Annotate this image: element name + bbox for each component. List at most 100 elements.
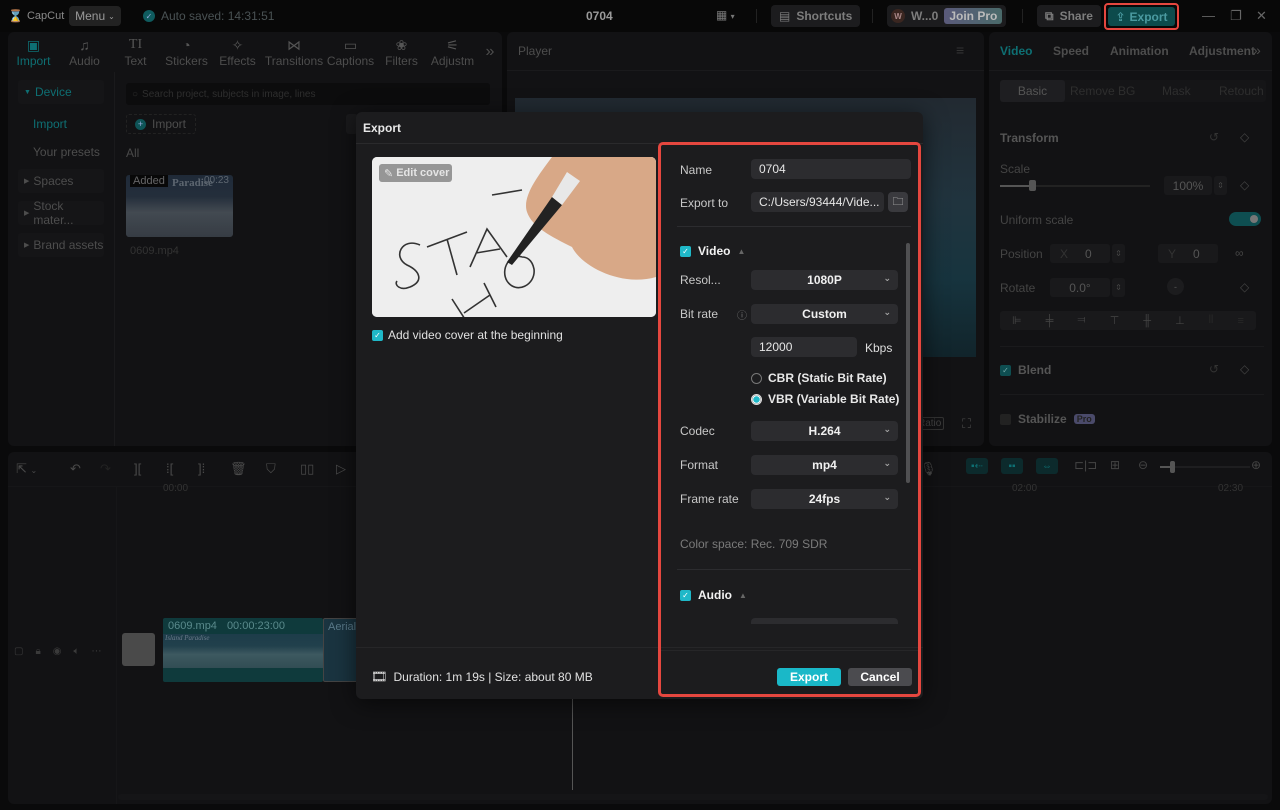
eye-icon[interactable]: ◉ [53,646,62,657]
align-bottom-icon[interactable]: ⊥ [1175,314,1185,327]
stabilize-section[interactable]: Stabilize Pro [1000,412,1095,426]
tab-filters[interactable]: ❀ Filters [376,32,427,72]
subtab-mask[interactable]: Mask [1162,84,1191,98]
add-cover-option[interactable]: ✓ Add video cover at the beginning [372,328,563,342]
cbr-option[interactable]: CBR (Static Bit Rate) [751,371,887,385]
hamburger-menu-icon[interactable]: ≡ [956,42,964,58]
rotate-dial[interactable]: - [1167,278,1184,295]
import-button[interactable]: + Import [126,114,196,134]
position-x-input[interactable]: X 0 [1050,244,1110,263]
zoom-slider[interactable] [1160,461,1250,473]
timeline-clip-aerial[interactable]: Aerial [323,618,359,682]
more-tabs-icon[interactable]: » [478,32,502,72]
track-cover-thumbnail[interactable] [122,633,155,666]
audio-checkbox[interactable]: ✓ [680,589,691,601]
uniform-scale-toggle[interactable] [1229,212,1261,226]
lock-icon[interactable]: 🔒︎ [35,646,40,657]
account-button[interactable]: W W...0 Join Pro [887,5,1007,27]
tab-text[interactable]: TI Text [110,32,161,72]
blend-section[interactable]: ✓ Blend [1000,363,1051,377]
volume-icon[interactable]: 🔈︎ [74,646,80,657]
format-select[interactable]: mp4 ⌄ [751,455,898,475]
tab-video[interactable]: Video [1000,44,1032,58]
distribute-h-icon[interactable]: ⦀ [1209,314,1214,327]
maximize-icon[interactable]: ❐ [1230,8,1242,24]
vbr-radio[interactable] [751,393,762,405]
framerate-select[interactable]: 24fps ⌄ [751,489,898,509]
trim-left-icon[interactable]: ⁞[ [166,461,173,476]
zoom-in-icon[interactable]: ⊕ [1251,458,1261,472]
add-cover-checkbox[interactable]: ✓ [372,329,383,341]
blend-checkbox[interactable]: ✓ [1000,364,1011,376]
zoom-out-icon[interactable]: ⊖ [1138,458,1148,472]
link-clips-icon[interactable]: ⇔ [1036,458,1058,474]
keyframe-icon[interactable]: ◇ [1240,130,1249,144]
rotate-input[interactable]: 0.0° [1050,278,1110,297]
sidebar-item-brand-assets[interactable]: ▶ Brand assets [18,233,104,257]
tab-adjustment[interactable]: Adjustment [1189,44,1255,58]
magnet-icon[interactable]: ▪⇠ [966,458,988,474]
trim-right-icon[interactable]: ]⁞ [198,461,205,476]
sidebar-item-device[interactable]: ▼ Device [18,80,104,104]
scale-stepper[interactable]: ⇕ [1214,176,1227,195]
cancel-button[interactable]: Cancel [848,668,912,686]
split-clip-icon[interactable]: ][ [134,461,141,476]
share-button[interactable]: ⧉ Share [1037,5,1101,27]
shortcuts-button[interactable]: ▤ Shortcuts [771,5,861,27]
split-icon[interactable]: ⊏|⊐ [1074,458,1097,472]
tab-stickers[interactable]: ◔ Stickers [161,32,212,72]
keyframe-icon[interactable]: ◇ [1240,362,1249,376]
export-button-top[interactable]: ⇪ Export [1104,3,1179,30]
tab-transitions[interactable]: ⋈ Transitions [263,32,325,72]
codec-select[interactable]: H.264 ⌄ [751,421,898,441]
join-pro-button[interactable]: Join Pro [944,8,1003,24]
video-checkbox[interactable]: ✓ [680,245,691,257]
menu-button[interactable]: Menu ⌄ [69,6,121,26]
vbr-option[interactable]: VBR (Variable Bit Rate) [751,392,899,406]
search-input[interactable]: ○ Search project, subjects in image, lin… [126,83,490,105]
marker-icon[interactable]: ⛉ [266,461,276,477]
fullscreen-icon[interactable]: ⛶ [962,416,971,432]
tab-speed[interactable]: Speed [1053,44,1089,58]
align-left-icon[interactable]: ⊫ [1012,314,1022,327]
scale-slider-handle[interactable] [1029,180,1036,191]
bitrate-custom-input[interactable]: 12000 [751,337,857,357]
help-icon[interactable]: ⓘ [737,307,747,322]
delete-icon[interactable]: 🗑︎ [230,461,247,477]
reset-icon[interactable]: ↺ [1209,362,1219,376]
sidebar-item-stock[interactable]: ▶ Stock mater... [18,199,104,227]
redo-icon[interactable]: ↷ [100,461,111,477]
audio-section-header[interactable]: ✓ Audio ▲ [680,588,747,602]
name-input[interactable]: 0704 [751,159,911,179]
tab-import[interactable]: ▣ Import [8,32,59,72]
export-button[interactable]: Export [777,668,841,686]
keyframe-icon[interactable]: ◇ [1240,178,1249,192]
select-tool-icon[interactable]: ⇱ ⌄ [16,461,37,477]
export-path-input[interactable]: C:/Users/93444/Vide... [751,192,884,212]
zoom-slider-handle[interactable] [1170,461,1175,473]
subtab-basic[interactable]: Basic [1000,80,1065,102]
play-circle-icon[interactable]: ▷ [336,461,346,477]
bitrate-select[interactable]: Custom ⌄ [751,304,898,324]
keyframe-icon[interactable]: ◇ [1240,280,1249,294]
filter-all[interactable]: All [126,146,139,160]
scale-value-input[interactable]: 100% [1164,176,1212,195]
preview-axis-icon[interactable]: ⊞ [1110,458,1120,472]
align-center-v-icon[interactable]: ╫ [1143,315,1151,327]
stabilize-checkbox[interactable] [1000,413,1011,425]
folder-icon[interactable]: 🗀 [888,192,908,212]
x-stepper[interactable]: ⇕ [1112,244,1125,263]
subtab-remove-bg[interactable]: Remove BG [1070,84,1135,98]
cover-preview[interactable]: ✎ Edit cover [372,157,656,317]
link-icon[interactable]: ∞ [1235,246,1244,260]
resolution-select[interactable]: 1080P ⌄ [751,270,898,290]
subtab-retouch[interactable]: Retouch [1219,84,1264,98]
tab-animation[interactable]: Animation [1110,44,1169,58]
horizontal-scrollbar[interactable] [118,794,1268,800]
scale-slider[interactable] [1000,180,1150,191]
tab-audio[interactable]: ♫ Audio [59,32,110,72]
timeline-clip[interactable]: 0609.mp4 00:00:23:00 Island Paradise [163,618,323,682]
settings-scrollbar[interactable] [906,243,910,483]
playhead[interactable] [572,698,573,790]
sidebar-item-your-presets[interactable]: Your presets [33,145,100,159]
